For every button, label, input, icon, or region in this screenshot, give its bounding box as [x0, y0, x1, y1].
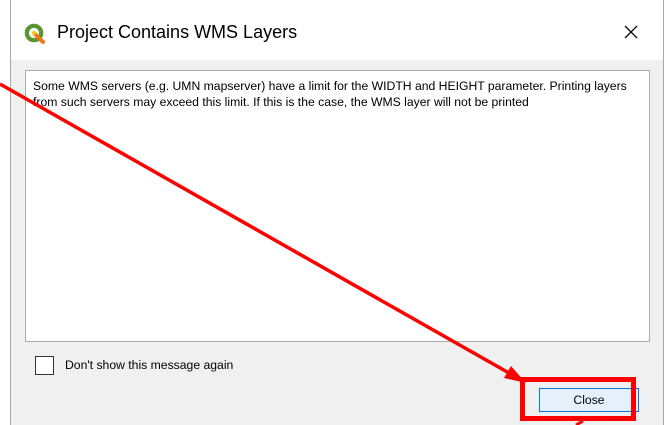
wms-layers-dialog: Project Contains WMS Layers Some WMS ser…	[10, 0, 664, 425]
message-text: Some WMS servers (e.g. UMN mapserver) ha…	[33, 79, 627, 109]
annotation-highlight-box	[520, 377, 636, 421]
dont-show-again-label[interactable]: Don't show this message again	[65, 358, 233, 372]
close-icon[interactable]	[619, 20, 643, 44]
dialog-titlebar: Project Contains WMS Layers	[11, 0, 663, 60]
message-text-area[interactable]: Some WMS servers (e.g. UMN mapserver) ha…	[25, 70, 650, 342]
qgis-logo-icon	[24, 23, 45, 44]
dialog-title: Project Contains WMS Layers	[57, 22, 298, 42]
dont-show-again-checkbox[interactable]	[35, 356, 54, 375]
